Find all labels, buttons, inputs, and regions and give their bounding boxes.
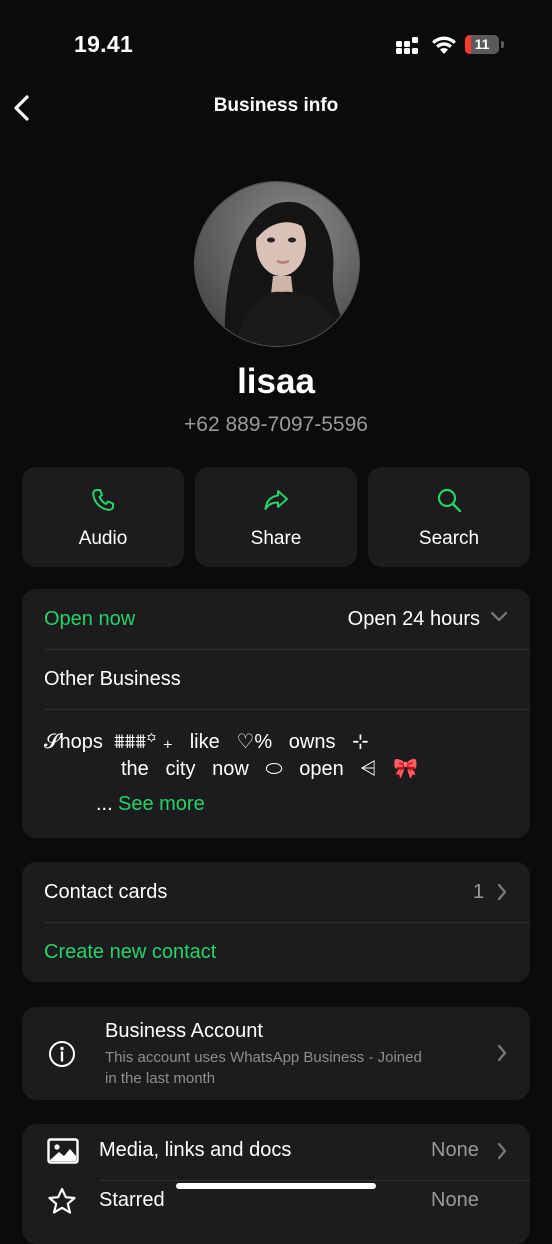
description-line-2: the city now ⬭ open ⩤ 🎀 [121, 758, 418, 780]
contact-card: Contact cards 1 Create new contact [22, 862, 530, 982]
nav-bar: Business info [0, 85, 552, 129]
profile-photo [195, 182, 359, 346]
starred-label: Starred [99, 1189, 165, 1211]
business-account-subtitle-1: This account uses WhatsApp Business - Jo… [105, 1049, 422, 1066]
page-title: Business info [213, 95, 339, 116]
category-row: Other Business [22, 650, 530, 710]
media-value: None [431, 1139, 479, 1161]
home-indicator[interactable] [176, 1183, 376, 1189]
search-label: Search [418, 528, 480, 549]
starred-value: None [431, 1189, 479, 1211]
phone-icon [92, 489, 114, 511]
profile-phone: +62 889-7097-5596 [184, 413, 368, 436]
hours-status: Open now [44, 608, 136, 630]
search-button[interactable]: Search [368, 467, 530, 567]
share-label: Share [250, 528, 302, 549]
battery-icon: 11 [465, 35, 505, 55]
create-contact-link: Create new contact [44, 941, 217, 963]
business-category: Other Business [44, 668, 181, 690]
cellular-signal-icon [396, 37, 418, 54]
audio-label: Audio [78, 528, 128, 549]
business-account-subtitle-2: in the last month [105, 1070, 216, 1087]
status-time: 19.41 [74, 31, 134, 57]
wifi-icon [432, 36, 456, 54]
share-button[interactable]: Share [195, 467, 357, 567]
description-line-1: 𝓢hops ⩩⩩⩩꙳ ₊ like ♡% owns ⊹ [44, 731, 369, 753]
audio-call-button[interactable]: Audio [22, 467, 184, 567]
business-details-card: Open now Open 24 hours Other Business 𝓢h… [22, 589, 530, 838]
create-contact-row[interactable]: Create new contact [22, 923, 530, 982]
search-icon [437, 488, 462, 513]
share-arrow-icon [264, 490, 288, 510]
chevron-right-icon [497, 1142, 507, 1160]
contact-cards-label: Contact cards [44, 881, 168, 903]
info-icon [49, 1041, 75, 1067]
battery-percent: 11 [474, 36, 490, 52]
media-row[interactable]: Media, links and docs None [22, 1124, 530, 1180]
description-ellipsis: ... [96, 793, 113, 815]
contact-cards-count: 1 [473, 881, 485, 903]
star-icon [48, 1187, 76, 1214]
chevron-right-icon [497, 1044, 507, 1062]
business-account-card[interactable]: Business Account This account uses Whats… [22, 1007, 530, 1100]
contact-cards-row[interactable]: Contact cards 1 [22, 862, 530, 922]
profile-name: lisaa [237, 362, 315, 401]
starred-row[interactable]: Starred None [22, 1181, 530, 1241]
image-icon [47, 1138, 79, 1164]
business-account-title: Business Account [105, 1020, 263, 1042]
avatar[interactable] [194, 181, 360, 347]
chevron-down-icon [490, 611, 508, 622]
description-row: 𝓢hops ⩩⩩⩩꙳ ₊ like ♡% owns ⊹ the city now… [22, 710, 530, 838]
chevron-right-icon [497, 883, 507, 901]
hours-row[interactable]: Open now Open 24 hours [22, 589, 530, 649]
media-label: Media, links and docs [99, 1139, 292, 1161]
status-bar: 19.41 11 [0, 0, 552, 90]
see-more-link[interactable]: See more [118, 793, 205, 816]
hours-value: Open 24 hours [347, 608, 480, 630]
